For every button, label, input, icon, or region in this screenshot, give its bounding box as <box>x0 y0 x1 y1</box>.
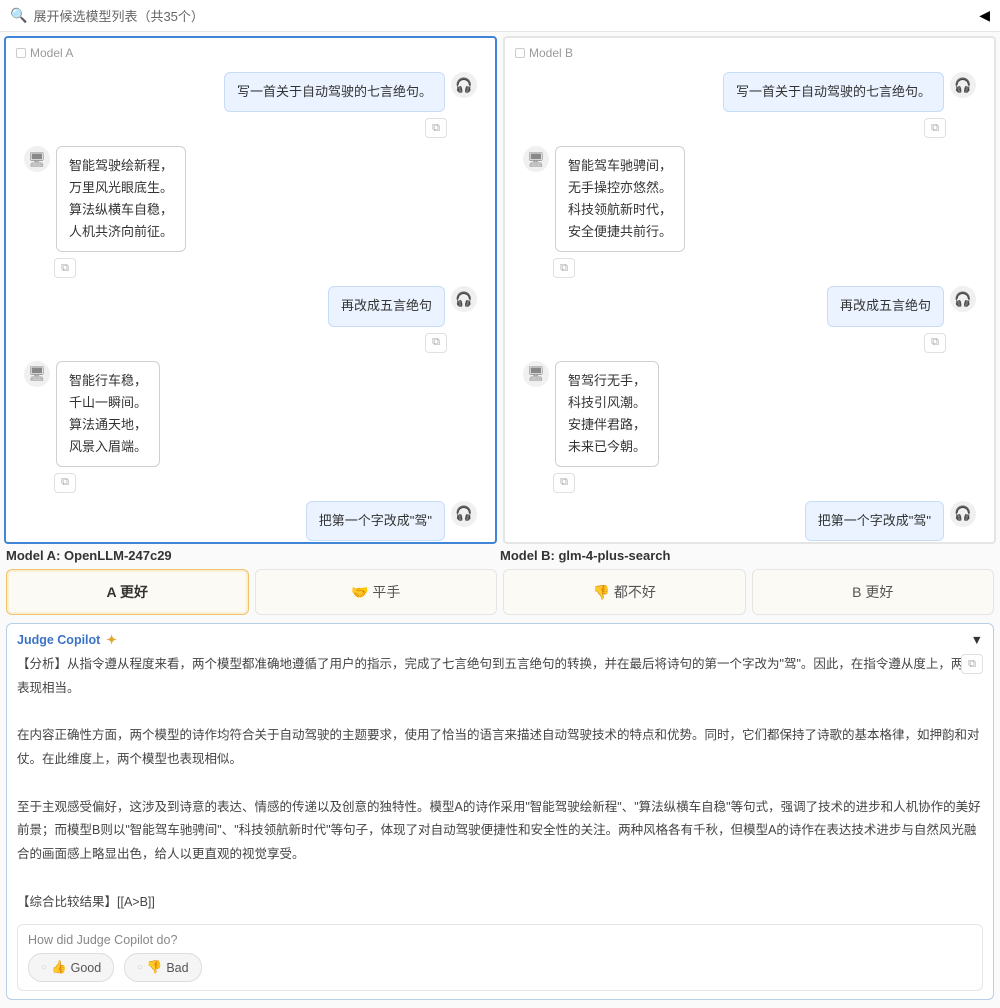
judge-title: Judge Copilot <box>17 633 100 647</box>
vote-both-bad[interactable]: 👎 都不好 <box>503 569 746 615</box>
vote-b-better[interactable]: B 更好 <box>752 569 995 615</box>
user-message: 再改成五言绝句🎧 <box>517 286 982 326</box>
vote-a-better[interactable]: A 更好 <box>6 569 249 615</box>
panel-tag: Model B <box>529 46 573 60</box>
candidate-list-toggle[interactable]: 展开候选模型列表（共35个） <box>33 6 979 25</box>
copy-icon <box>432 122 440 135</box>
assistant-message: 🖥智能行车稳， 千山一瞬间。 算法通天地， 风景入眉端。 <box>18 361 483 467</box>
collapse-judge-icon[interactable]: ▼ <box>971 633 983 647</box>
user-avatar-icon: 🎧 <box>451 286 477 312</box>
copy-icon <box>560 262 568 275</box>
judge-feedback-box: How did Judge Copilot do? ○ 👍 Good ○ 👎 B… <box>17 924 983 991</box>
collapse-icon[interactable]: ◀ <box>979 7 990 24</box>
message-text: 再改成五言绝句 <box>328 286 445 326</box>
copy-icon <box>560 476 568 489</box>
bot-avatar-icon: 🖥 <box>24 361 50 387</box>
message-text: 写一首关于自动驾驶的七言绝句。 <box>723 72 944 112</box>
message-text: 智能驾车驰骋间， 无手操控亦悠然。 科技领航新时代， 安全便捷共前行。 <box>555 146 685 252</box>
panel-tag: Model A <box>30 46 73 60</box>
assistant-message: 🖥智能驾驶绘新程， 万里风光眼底生。 算法纵横车自稳， 人机共济向前征。 <box>18 146 483 252</box>
sparkle-icon: ✦ <box>106 632 116 647</box>
model-b-name: Model B: glm-4-plus-search <box>500 548 994 563</box>
user-avatar-icon: 🎧 <box>451 501 477 527</box>
user-avatar-icon: 🎧 <box>950 501 976 527</box>
user-avatar-icon: 🎧 <box>950 286 976 312</box>
copy-icon <box>61 476 69 489</box>
user-message: 写一首关于自动驾驶的七言绝句。🎧 <box>18 72 483 112</box>
copy-icon <box>61 262 69 275</box>
copy-icon <box>968 658 976 671</box>
copy-message-button[interactable] <box>425 118 447 138</box>
user-avatar-icon: 🎧 <box>451 72 477 98</box>
user-message: 把第一个字改成"驾"🎧 <box>517 501 982 541</box>
feedback-good-button[interactable]: ○ 👍 Good <box>28 953 114 982</box>
user-avatar-icon: 🎧 <box>950 72 976 98</box>
copy-message-button[interactable] <box>553 473 575 493</box>
copy-icon <box>931 122 939 135</box>
message-text: 写一首关于自动驾驶的七言绝句。 <box>224 72 445 112</box>
assistant-message: 🖥智驾行无手， 科技引风潮。 安捷伴君路， 未来已今朝。 <box>517 361 982 467</box>
feedback-bad-button[interactable]: ○ 👎 Bad <box>124 953 202 982</box>
feedback-question: How did Judge Copilot do? <box>28 933 972 947</box>
panel-tag-icon <box>16 48 26 58</box>
panel-model-b: Model B 写一首关于自动驾驶的七言绝句。🎧🖥智能驾车驰骋间， 无手操控亦悠… <box>503 36 996 544</box>
model-a-name: Model A: OpenLLM-247c29 <box>6 548 500 563</box>
copy-message-button[interactable] <box>924 333 946 353</box>
message-text: 智能驾驶绘新程， 万里风光眼底生。 算法纵横车自稳， 人机共济向前征。 <box>56 146 186 252</box>
message-text: 智驾行无手， 科技引风潮。 安捷伴君路， 未来已今朝。 <box>555 361 659 467</box>
judge-copilot-panel: Judge Copilot ✦ ▼ 【分析】从指令遵从程度来看，两个模型都准确地… <box>6 623 994 1000</box>
bot-avatar-icon: 🖥 <box>523 361 549 387</box>
copy-judge-button[interactable] <box>961 654 983 674</box>
user-message: 把第一个字改成"驾"🎧 <box>18 501 483 541</box>
message-text: 再改成五言绝句 <box>827 286 944 326</box>
assistant-message: 🖥智能驾车驰骋间， 无手操控亦悠然。 科技领航新时代， 安全便捷共前行。 <box>517 146 982 252</box>
copy-icon <box>931 336 939 349</box>
copy-message-button[interactable] <box>553 258 575 278</box>
panel-model-a: Model A 写一首关于自动驾驶的七言绝句。🎧🖥智能驾驶绘新程， 万里风光眼底… <box>4 36 497 544</box>
bot-avatar-icon: 🖥 <box>523 146 549 172</box>
copy-message-button[interactable] <box>425 333 447 353</box>
copy-message-button[interactable] <box>54 258 76 278</box>
copy-message-button[interactable] <box>54 473 76 493</box>
message-text: 智能行车稳， 千山一瞬间。 算法通天地， 风景入眉端。 <box>56 361 160 467</box>
message-text: 把第一个字改成"驾" <box>805 501 944 541</box>
copy-icon <box>432 336 440 349</box>
user-message: 再改成五言绝句🎧 <box>18 286 483 326</box>
vote-tie[interactable]: 🤝 平手 <box>255 569 498 615</box>
panel-tag-icon <box>515 48 525 58</box>
judge-analysis-text: 【分析】从指令遵从程度来看，两个模型都准确地遵循了用户的指示，完成了七言绝句到五… <box>17 653 983 914</box>
user-message: 写一首关于自动驾驶的七言绝句。🎧 <box>517 72 982 112</box>
copy-message-button[interactable] <box>924 118 946 138</box>
bot-avatar-icon: 🖥 <box>24 146 50 172</box>
search-icon: 🔍 <box>10 7 27 24</box>
message-text: 把第一个字改成"驾" <box>306 501 445 541</box>
